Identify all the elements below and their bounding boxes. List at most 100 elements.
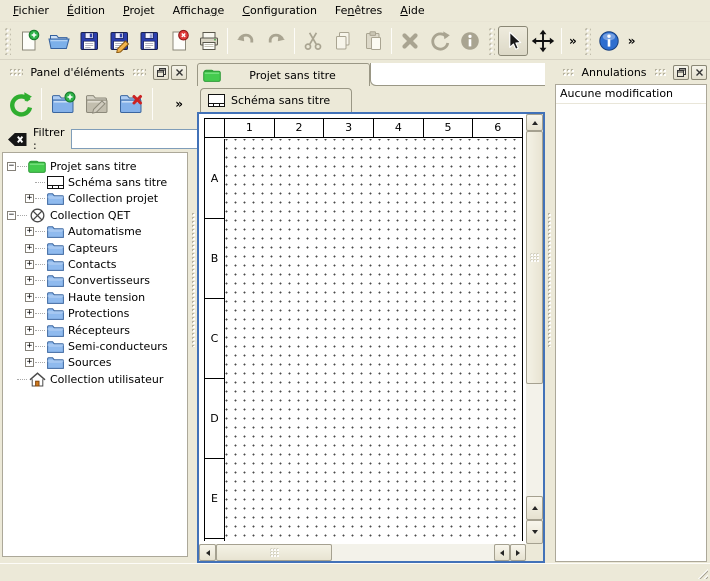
elements-panel-header[interactable]: Panel d'éléments <box>0 62 190 82</box>
collapse-minus-icon[interactable]: − <box>7 162 16 171</box>
float-dock-button[interactable] <box>153 65 169 80</box>
cut-button[interactable] <box>298 26 328 56</box>
right-splitter[interactable] <box>546 62 553 563</box>
horizontal-scroll-thumb[interactable] <box>216 544 332 561</box>
rotate-icon <box>428 29 452 53</box>
vertical-scroll-thumb[interactable] <box>526 131 543 384</box>
menu-edition[interactable]: Édition <box>58 1 114 20</box>
tree-item-contacts[interactable]: +Contacts <box>3 256 187 272</box>
toolbar-handle[interactable] <box>584 27 591 55</box>
expand-plus-icon[interactable]: + <box>25 194 34 203</box>
tree-item-collection-projet[interactable]: +Collection projet <box>3 191 187 207</box>
tree-item-haute-tension[interactable]: +Haute tension <box>3 289 187 305</box>
toolbar-overflow-button[interactable]: » <box>624 34 640 48</box>
clear-filter-icon[interactable] <box>7 132 27 147</box>
tree-item-sources[interactable]: +Sources <box>3 355 187 371</box>
schema-sheet-icon <box>208 94 225 107</box>
info-button[interactable] <box>455 26 485 56</box>
dock-drag-grip[interactable] <box>9 68 23 76</box>
move-mode-button[interactable] <box>528 26 558 56</box>
row-letter-column: ABCDE <box>205 139 225 541</box>
expand-plus-icon[interactable]: + <box>25 326 34 335</box>
row-label-stub <box>205 539 224 541</box>
scroll-left-button[interactable] <box>199 544 216 561</box>
dock-drag-grip[interactable] <box>654 68 666 76</box>
collapse-minus-icon[interactable]: − <box>7 211 16 220</box>
save-button[interactable] <box>74 26 104 56</box>
folder-blue-icon <box>46 242 64 255</box>
expand-plus-icon[interactable]: + <box>25 342 34 351</box>
scroll-up-button-2[interactable] <box>526 496 543 520</box>
print-button[interactable] <box>194 26 224 56</box>
menu-aide[interactable]: Aide <box>391 1 433 20</box>
paste-button[interactable] <box>358 26 388 56</box>
expand-plus-icon[interactable]: + <box>25 244 34 253</box>
undo-history-list[interactable]: Aucune modification <box>555 84 707 562</box>
tree-item-collection-qet[interactable]: − Collection QET <box>3 207 187 223</box>
dock-drag-grip[interactable] <box>562 68 574 76</box>
tree-item-projet-sans-titre[interactable]: −Projet sans titre <box>3 158 187 174</box>
open-project-button[interactable] <box>44 26 74 56</box>
save-as-button[interactable] <box>104 26 134 56</box>
toolbar-overflow-button[interactable]: » <box>565 34 581 48</box>
scroll-up-button[interactable] <box>526 114 543 131</box>
elements-tree[interactable]: −Projet sans titreSchéma sans titre+Coll… <box>2 152 188 557</box>
rotate-button[interactable] <box>425 26 455 56</box>
expand-plus-icon[interactable]: + <box>25 276 34 285</box>
expand-plus-icon[interactable]: + <box>25 358 34 367</box>
undo-button[interactable] <box>231 26 261 56</box>
new-document-button[interactable] <box>14 26 44 56</box>
info-blue-button[interactable] <box>594 26 624 56</box>
undo-list-item[interactable]: Aucune modification <box>556 85 706 104</box>
float-dock-button[interactable] <box>673 65 689 80</box>
expand-plus-icon[interactable]: + <box>25 309 34 318</box>
scroll-down-button[interactable] <box>526 520 543 544</box>
vertical-scrollbar[interactable] <box>526 114 543 544</box>
expand-plus-icon[interactable]: + <box>25 293 34 302</box>
menu-projet[interactable]: Projet <box>114 1 164 20</box>
redo-button[interactable] <box>261 26 291 56</box>
resize-grip-icon[interactable] <box>695 566 708 579</box>
tree-item-protections[interactable]: +Protections <box>3 306 187 322</box>
select-mode-button[interactable] <box>498 26 528 56</box>
tab-project[interactable]: Projet sans titre <box>197 63 370 86</box>
undo-dock-header[interactable]: Annulations <box>553 62 710 82</box>
toolbar-separator <box>152 88 153 120</box>
tree-item-label: Capteurs <box>68 242 118 255</box>
tab-schema[interactable]: Schéma sans titre <box>200 88 352 112</box>
folder-edit-button[interactable] <box>80 86 114 122</box>
delete-button[interactable] <box>395 26 425 56</box>
folder-new-button[interactable] <box>46 86 80 122</box>
horizontal-scrollbar[interactable] <box>199 544 526 561</box>
menu-fichier[interactable]: Fichier <box>4 1 58 20</box>
close-document-button[interactable] <box>164 26 194 56</box>
tree-item-automatisme[interactable]: +Automatisme <box>3 224 187 240</box>
expand-plus-icon[interactable]: + <box>25 260 34 269</box>
toolbar-overflow-button[interactable]: » <box>171 97 187 111</box>
scroll-right-button[interactable] <box>510 544 526 561</box>
tree-item-label: Collection QET <box>50 209 130 222</box>
expand-plus-icon[interactable]: + <box>25 227 34 236</box>
diagram-grid[interactable] <box>225 139 522 541</box>
dock-drag-grip[interactable] <box>132 68 146 76</box>
schema-canvas[interactable]: 123456 ABCDE <box>197 112 545 563</box>
tree-item-semi-conducteurs[interactable]: +Semi-conducteurs <box>3 338 187 354</box>
left-splitter[interactable] <box>190 62 197 563</box>
tree-item-capteurs[interactable]: + Capteurs <box>3 240 187 256</box>
save-all-button[interactable] <box>134 26 164 56</box>
menu-fenetres[interactable]: Fenêtres <box>326 1 391 20</box>
tree-item-recepteurs[interactable]: +Récepteurs <box>3 322 187 338</box>
scroll-left-button-2[interactable] <box>494 544 510 561</box>
close-dock-button[interactable] <box>171 65 187 80</box>
toolbar-handle[interactable] <box>4 27 11 55</box>
menu-affichage[interactable]: Affichage <box>164 1 234 20</box>
folder-delete-button[interactable] <box>114 86 148 122</box>
copy-button[interactable] <box>328 26 358 56</box>
refresh-button[interactable] <box>3 86 37 122</box>
toolbar-handle[interactable] <box>488 27 495 55</box>
tree-item-convertisseurs[interactable]: +Convertisseurs <box>3 273 187 289</box>
tree-item-schema-sans-titre[interactable]: Schéma sans titre <box>3 174 187 190</box>
close-dock-button[interactable] <box>691 65 707 80</box>
menu-configuration[interactable]: Configuration <box>233 1 326 20</box>
tree-item-collection-utilisateur[interactable]: Collection utilisateur <box>3 371 187 387</box>
